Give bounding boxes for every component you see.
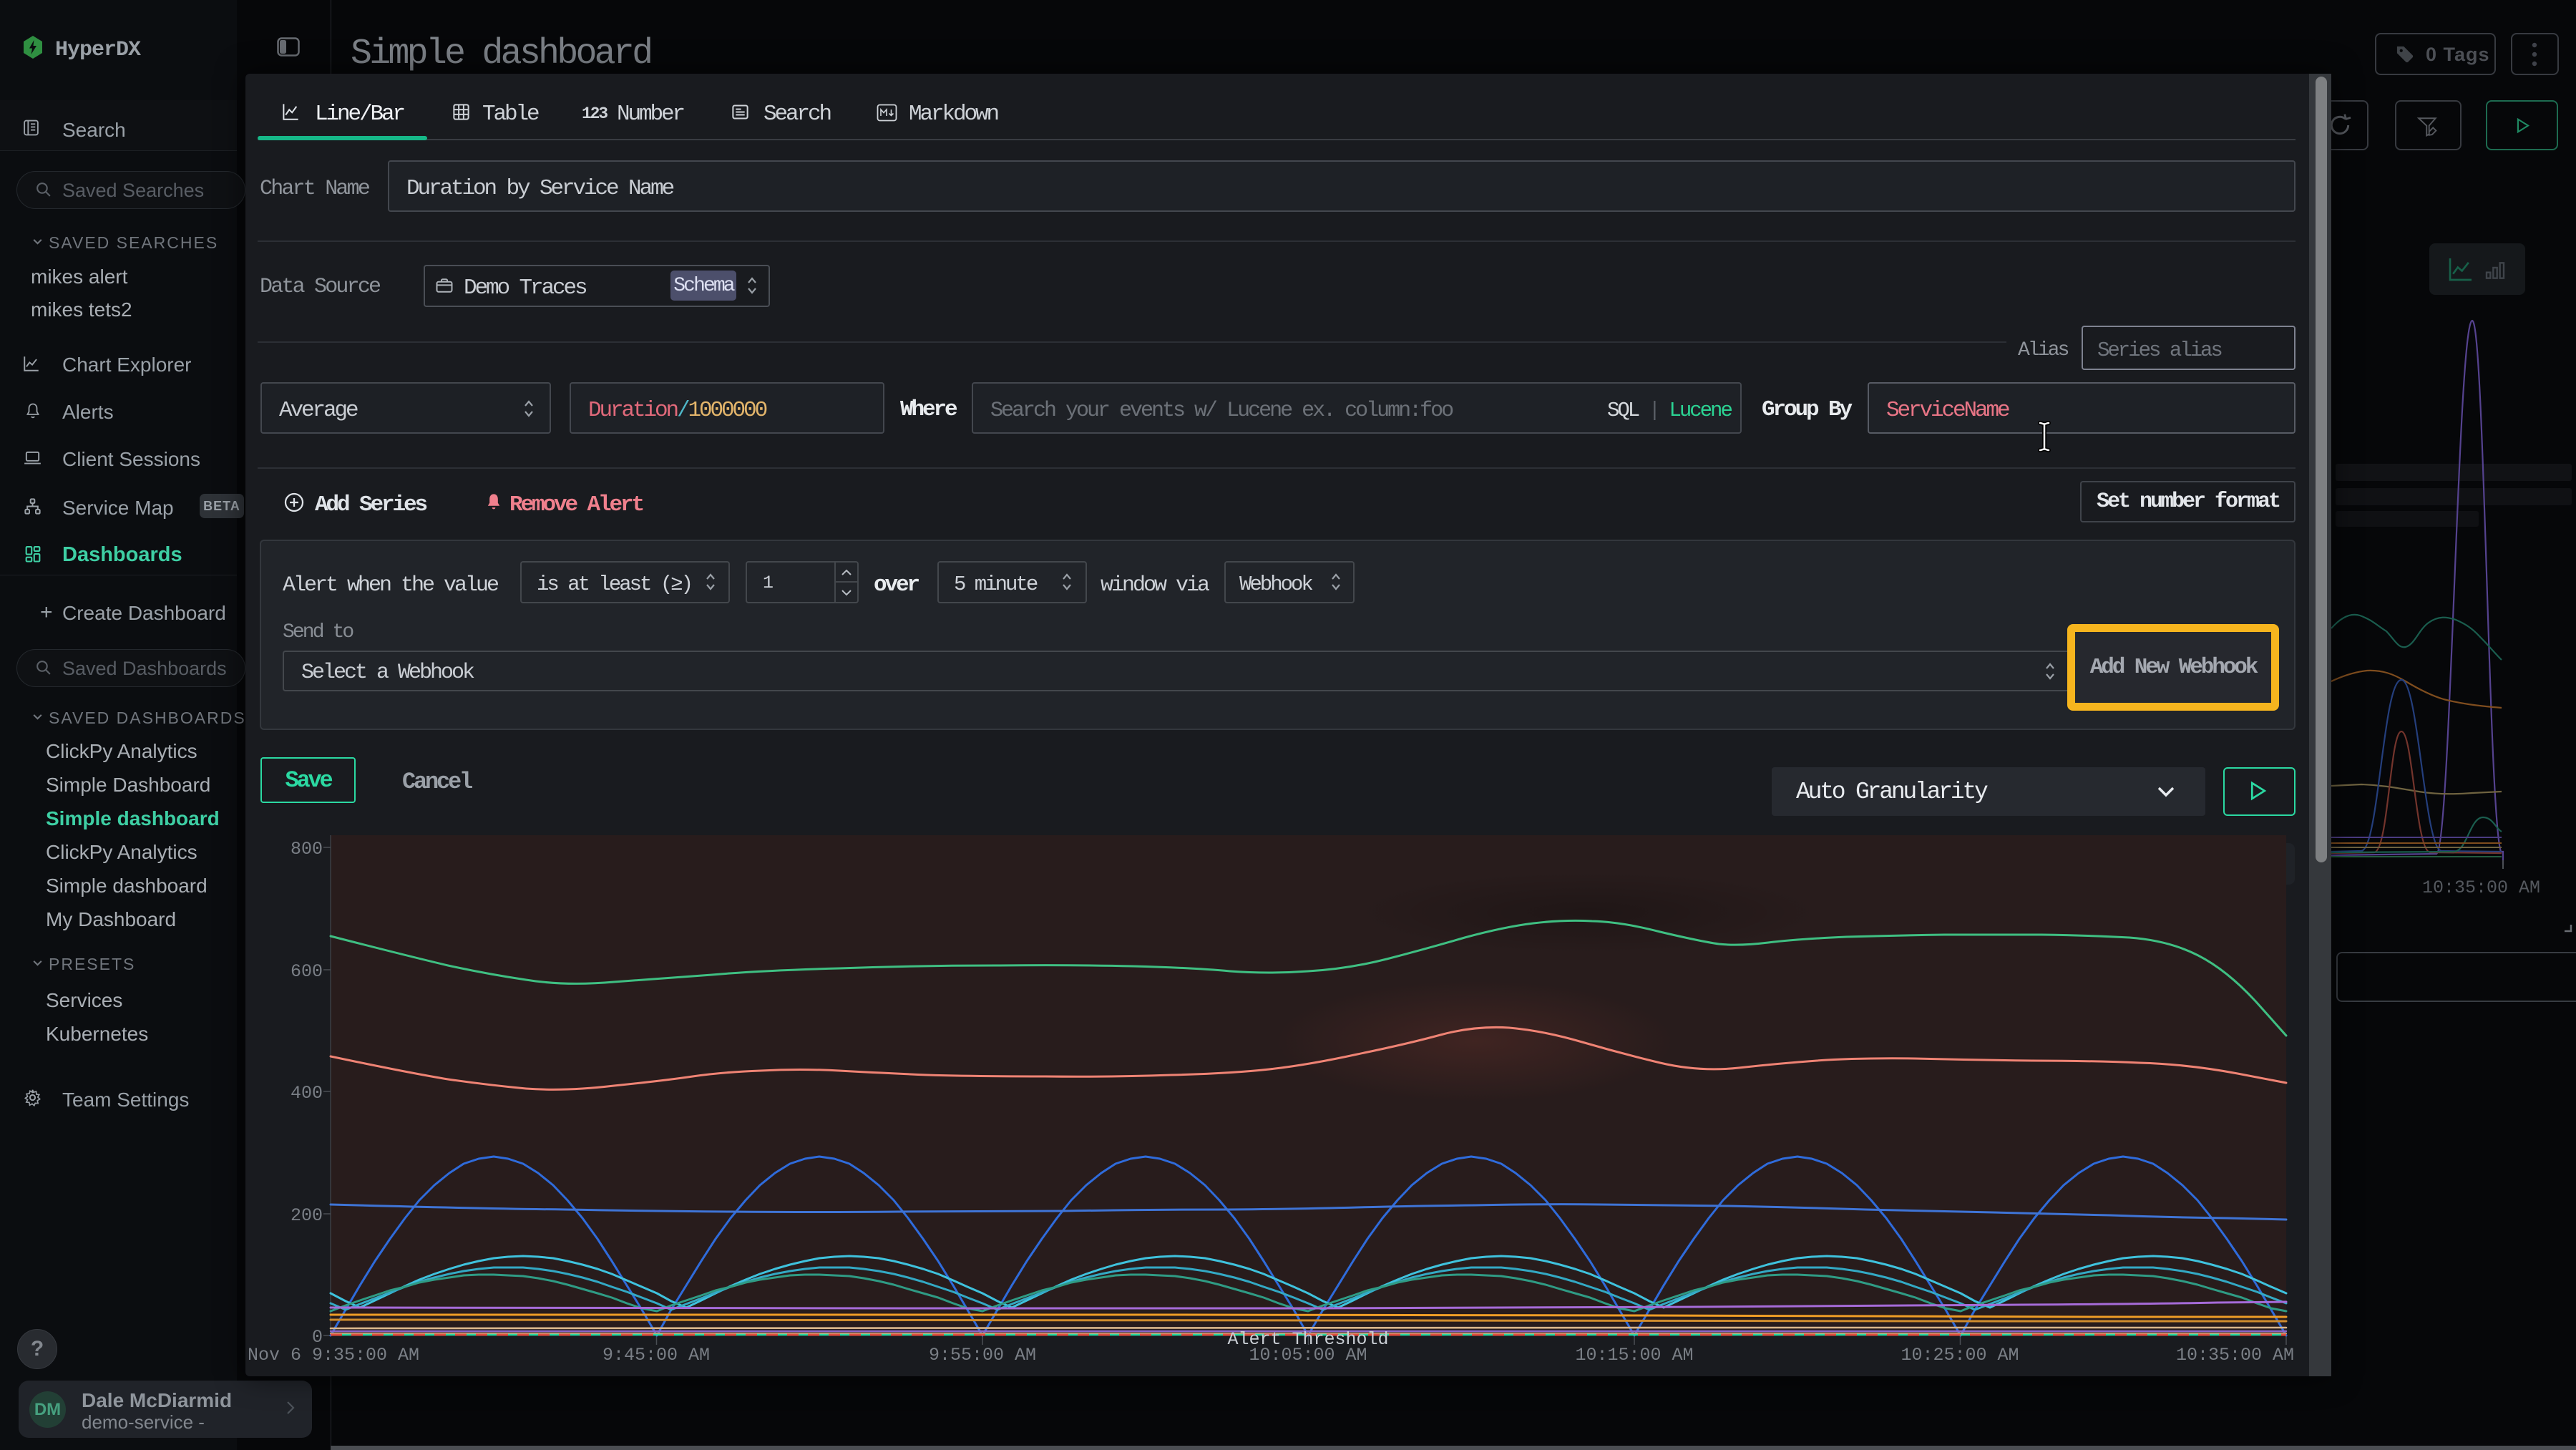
svg-text:200: 200 bbox=[291, 1205, 323, 1226]
svg-text:Alert Threshold: Alert Threshold bbox=[1227, 1329, 1388, 1350]
svg-text:600: 600 bbox=[291, 961, 323, 982]
svg-text:800: 800 bbox=[291, 839, 323, 860]
svg-text:400: 400 bbox=[291, 1083, 323, 1104]
svg-text:Nov 6 9:35:00 AM: Nov 6 9:35:00 AM bbox=[248, 1345, 419, 1366]
svg-text:9:45:00 AM: 9:45:00 AM bbox=[602, 1345, 710, 1366]
svg-text:10:25:00 AM: 10:25:00 AM bbox=[1901, 1345, 2019, 1366]
svg-text:10:35:00 AM: 10:35:00 AM bbox=[2176, 1345, 2294, 1366]
svg-text:9:55:00 AM: 9:55:00 AM bbox=[929, 1345, 1036, 1366]
svg-text:10:15:00 AM: 10:15:00 AM bbox=[1575, 1345, 1693, 1366]
